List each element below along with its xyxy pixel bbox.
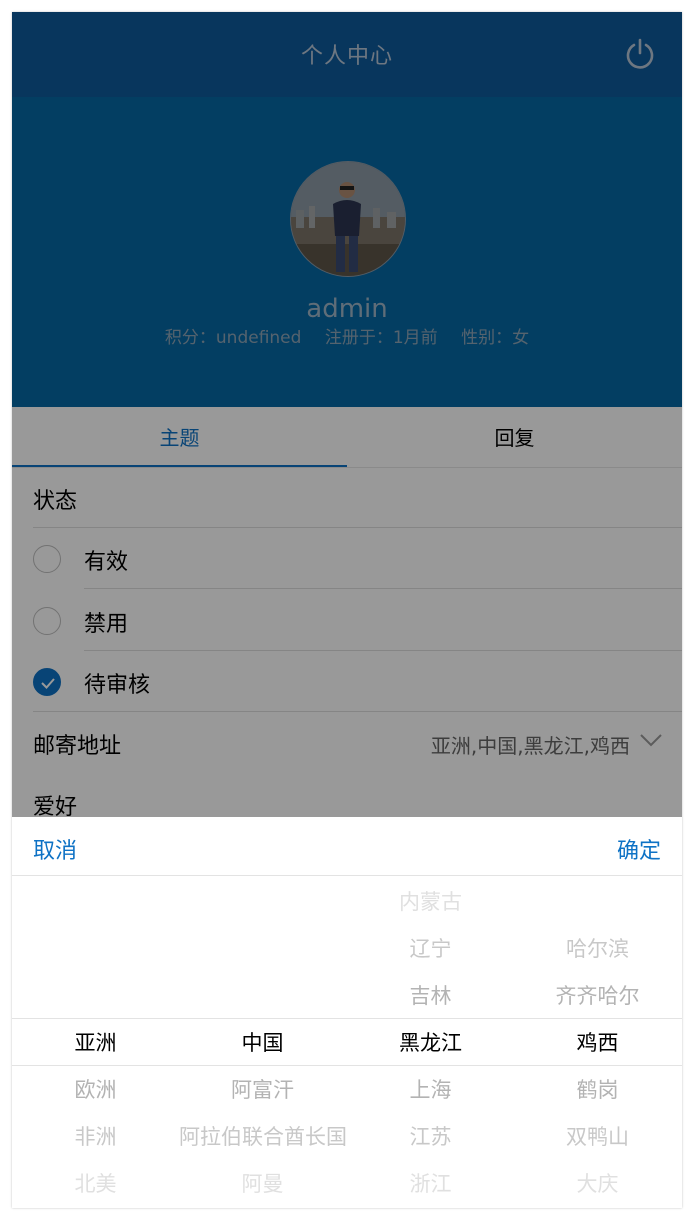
modal-backdrop[interactable] xyxy=(12,407,682,817)
picker-item-selected[interactable]: 亚洲 xyxy=(12,1020,179,1067)
picker-item[interactable]: 欧洲 xyxy=(12,1067,179,1114)
picker-item-selected[interactable]: 黑龙江 xyxy=(347,1020,514,1067)
picker-item[interactable]: 辽宁 xyxy=(347,926,514,973)
picker-column-continent[interactable]: 亚洲 欧洲 非洲 北美 xyxy=(12,875,179,1208)
picker-item[interactable]: 非洲 xyxy=(12,1114,179,1161)
picker-item[interactable]: 浙江 xyxy=(347,1161,514,1208)
picker-item[interactable]: 阿富汗 xyxy=(179,1067,346,1114)
modal-backdrop-top[interactable] xyxy=(12,12,682,407)
picker-item-selected[interactable]: 鸡西 xyxy=(514,1020,681,1067)
picker-item[interactable]: 鹤岗 xyxy=(514,1067,681,1114)
picker-item[interactable]: 阿拉伯联合酋长国 xyxy=(179,1114,346,1161)
picker-column-country[interactable]: 中国 阿富汗 阿拉伯联合酋长国 阿曼 xyxy=(179,875,346,1208)
picker-item[interactable] xyxy=(12,973,179,1020)
picker-item[interactable]: 北美 xyxy=(12,1161,179,1208)
picker-item-selected[interactable]: 中国 xyxy=(179,1020,346,1067)
picker-column-city[interactable]: 哈尔滨 齐齐哈尔 鸡西 鹤岗 双鸭山 大庆 xyxy=(514,875,681,1208)
picker-item[interactable]: 双鸭山 xyxy=(514,1114,681,1161)
picker-item[interactable]: 大庆 xyxy=(514,1161,681,1208)
picker-item[interactable]: 齐齐哈尔 xyxy=(514,973,681,1020)
picker-item[interactable] xyxy=(179,879,346,926)
picker-toolbar: 取消 确定 xyxy=(12,817,682,876)
picker-item[interactable] xyxy=(12,926,179,973)
address-picker: 取消 确定 亚洲 欧洲 非洲 北美 中国 阿富汗 阿拉伯联合酋长国 阿曼 内蒙古… xyxy=(12,817,682,1208)
picker-item[interactable] xyxy=(179,926,346,973)
phone-screen: 个人中心 admin 积分：undefined 注册于：1月前 性别：女 主题 … xyxy=(12,12,682,1208)
picker-item[interactable] xyxy=(12,879,179,926)
picker-item[interactable]: 哈尔滨 xyxy=(514,926,681,973)
picker-item[interactable]: 内蒙古 xyxy=(347,879,514,926)
picker-item[interactable]: 吉林 xyxy=(347,973,514,1020)
picker-item[interactable]: 江苏 xyxy=(347,1114,514,1161)
picker-item[interactable]: 上海 xyxy=(347,1067,514,1114)
picker-item[interactable] xyxy=(514,879,681,926)
picker-item[interactable] xyxy=(179,973,346,1020)
cancel-button[interactable]: 取消 xyxy=(33,833,77,865)
picker-item[interactable]: 阿曼 xyxy=(179,1161,346,1208)
confirm-button[interactable]: 确定 xyxy=(617,833,661,865)
picker-column-province[interactable]: 内蒙古 辽宁 吉林 黑龙江 上海 江苏 浙江 xyxy=(347,875,514,1208)
